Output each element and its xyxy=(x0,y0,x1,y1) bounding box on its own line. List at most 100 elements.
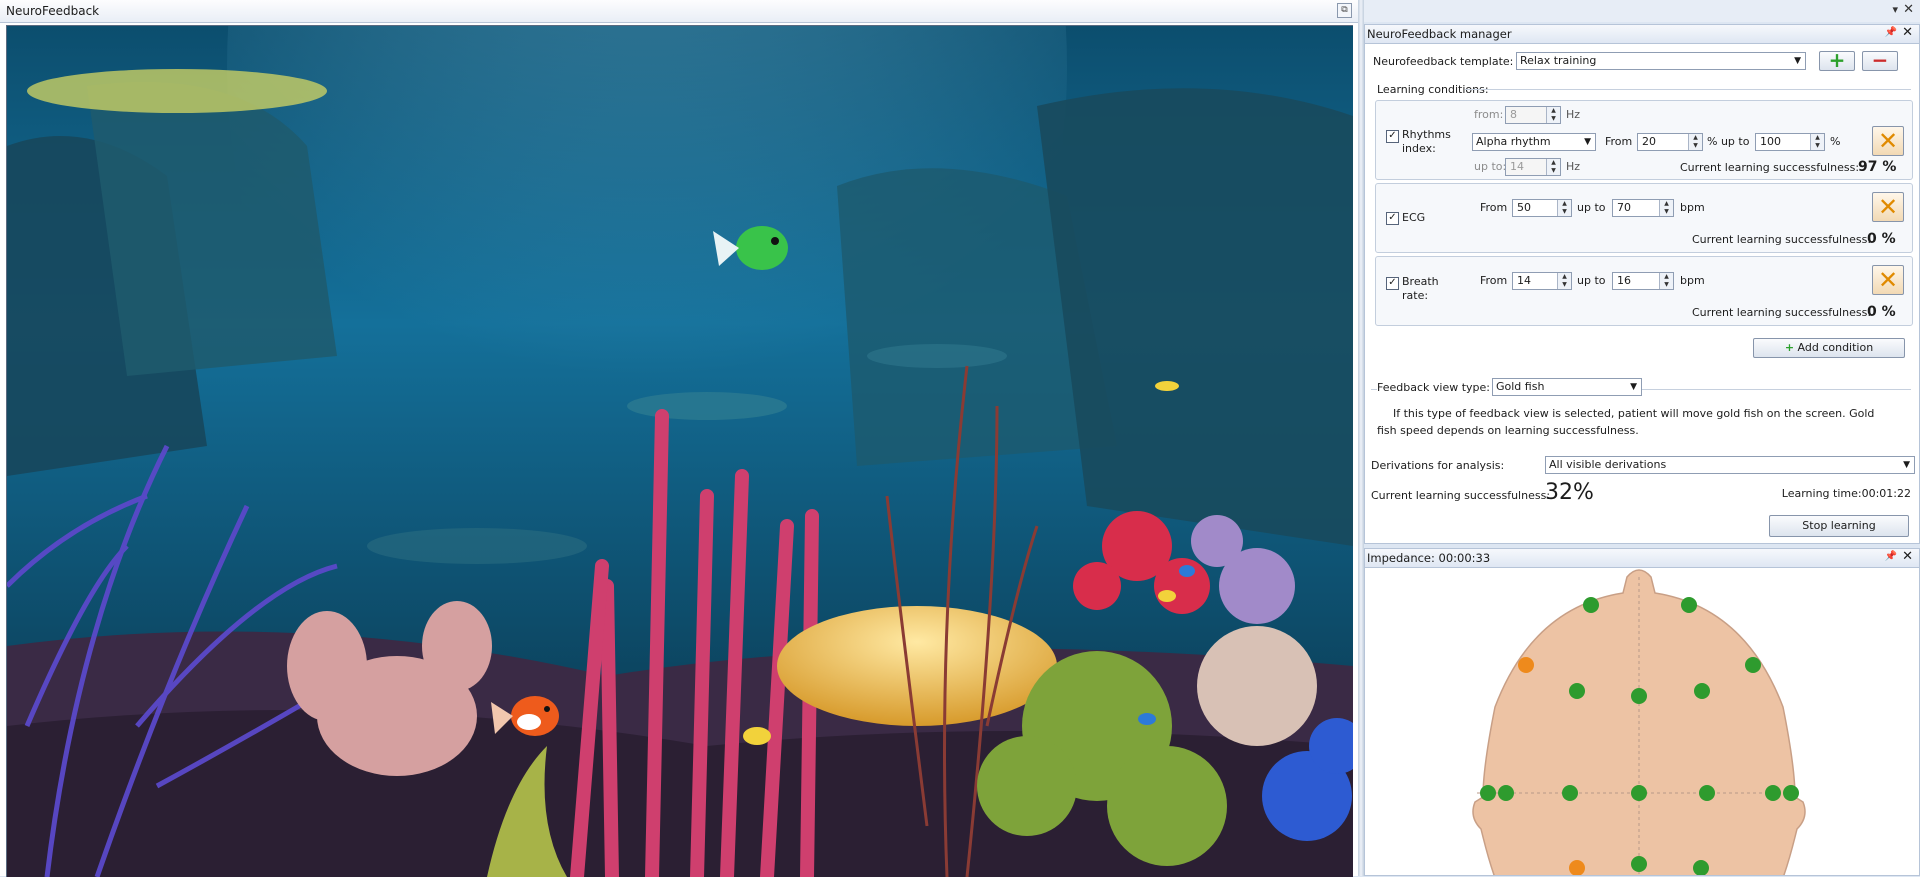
electrode-1[interactable] xyxy=(1681,597,1697,613)
electrode-6[interactable] xyxy=(1694,683,1710,699)
template-label: Neurofeedback template: xyxy=(1373,55,1514,68)
from-label: From xyxy=(1480,274,1508,287)
spin-arrows-icon[interactable]: ▲ ▼ xyxy=(1557,273,1571,289)
upto-label: up to xyxy=(1577,201,1606,214)
from-label: From xyxy=(1605,135,1633,148)
breath-condition: ✓ Breath rate: From 14 ▲ ▼ up to 16 ▲ ▼ bp… xyxy=(1375,256,1913,326)
feedback-view-label: Feedback view type: xyxy=(1377,381,1494,394)
from-hz-value: 8 xyxy=(1510,108,1517,121)
from-label: From xyxy=(1480,201,1508,214)
window-title: NeuroFeedback xyxy=(6,4,100,18)
spin-arrows-icon[interactable]: ▲ ▼ xyxy=(1688,134,1702,150)
remove-icon: ✕ xyxy=(1877,266,1899,294)
plus-icon: + xyxy=(1784,341,1795,354)
rhythm-from-input[interactable]: 20 ▲ ▼ xyxy=(1637,133,1703,151)
electrode-14[interactable] xyxy=(1569,860,1585,876)
spin-arrows-icon[interactable]: ▲ ▼ xyxy=(1546,107,1560,123)
remove-template-button[interactable]: − xyxy=(1862,48,1898,72)
rhythm-checkbox[interactable]: ✓ xyxy=(1386,130,1399,143)
electrode-5[interactable] xyxy=(1631,688,1647,704)
remove-rhythm-condition-button[interactable]: ✕ xyxy=(1872,126,1904,156)
rhythm-upto-input[interactable]: 100 ▲ ▼ xyxy=(1755,133,1825,151)
breath-from-input[interactable]: 14 ▲ ▼ xyxy=(1512,272,1572,290)
dropdown-icon[interactable]: ▾ xyxy=(1892,3,1898,16)
electrode-3[interactable] xyxy=(1745,657,1761,673)
rhythm-success-value: 97 % xyxy=(1858,159,1897,175)
bpm-unit: bpm xyxy=(1680,201,1705,214)
current-success-value: 32% xyxy=(1545,480,1594,505)
breath-label: Breath rate: xyxy=(1402,275,1439,302)
spin-arrows-icon[interactable]: ▲ ▼ xyxy=(1810,134,1824,150)
impedance-title: Impedance: 00:00:33 xyxy=(1367,551,1491,565)
pin-icon[interactable]: 📌 xyxy=(1885,27,1897,38)
restore-icon[interactable]: ⧉ xyxy=(1337,3,1352,18)
dock-toolbar: ▾ ✕ xyxy=(1364,0,1920,22)
panel-title: NeuroFeedback manager xyxy=(1367,27,1512,41)
add-template-button[interactable]: + xyxy=(1819,50,1855,71)
pin-icon[interactable]: 📌 xyxy=(1885,551,1897,562)
rhythm-upto-value: 100 xyxy=(1760,135,1781,148)
minus-icon: − xyxy=(1871,48,1889,72)
upto-hz-input[interactable]: 14 ▲ ▼ xyxy=(1505,158,1561,176)
upto-label: % up to xyxy=(1707,135,1750,148)
chevron-down-icon: ▼ xyxy=(1794,56,1801,66)
breath-upto-value: 16 xyxy=(1617,274,1631,287)
breath-success-value: 0 % xyxy=(1867,304,1896,320)
template-value: Relax training xyxy=(1520,54,1597,67)
electrode-10[interactable] xyxy=(1631,785,1647,801)
ecg-from-input[interactable]: 50 ▲ ▼ xyxy=(1512,199,1572,217)
spin-arrows-icon[interactable]: ▲ ▼ xyxy=(1557,200,1571,216)
close-icon[interactable]: ✕ xyxy=(1903,2,1914,17)
spin-arrows-icon[interactable]: ▲ ▼ xyxy=(1546,159,1560,175)
bpm-unit: bpm xyxy=(1680,274,1705,287)
electrode-13[interactable] xyxy=(1783,785,1799,801)
chevron-down-icon: ▼ xyxy=(1630,382,1637,392)
stop-learning-button[interactable]: Stop learning xyxy=(1769,515,1909,537)
rhythm-value: Alpha rhythm xyxy=(1476,135,1551,148)
panel-header: Impedance: 00:00:33 📌 ✕ xyxy=(1365,549,1919,568)
electrode-7[interactable] xyxy=(1480,785,1496,801)
panel-header: NeuroFeedback manager 📌 ✕ xyxy=(1365,25,1919,44)
rhythm-from-value: 20 xyxy=(1642,135,1656,148)
close-icon[interactable]: ✕ xyxy=(1902,549,1913,564)
ecg-checkbox[interactable]: ✓ xyxy=(1386,212,1399,225)
remove-icon: ✕ xyxy=(1877,127,1899,155)
spin-arrows-icon[interactable]: ▲ ▼ xyxy=(1659,273,1673,289)
breath-upto-input[interactable]: 16 ▲ ▼ xyxy=(1612,272,1674,290)
derivations-select[interactable]: All visible derivations ▼ xyxy=(1545,456,1915,474)
rhythm-select[interactable]: Alpha rhythm ▼ xyxy=(1472,133,1596,151)
ecg-success-value: 0 % xyxy=(1867,231,1896,247)
rhythm-label: Rhythms index: xyxy=(1402,128,1451,155)
electrode-12[interactable] xyxy=(1765,785,1781,801)
from-hz-input[interactable]: 8 ▲ ▼ xyxy=(1505,106,1561,124)
electrode-11[interactable] xyxy=(1699,785,1715,801)
electrode-0[interactable] xyxy=(1583,597,1599,613)
remove-breath-condition-button[interactable]: ✕ xyxy=(1872,265,1904,295)
feedback-view-value: Gold fish xyxy=(1496,380,1545,393)
percent-unit: % xyxy=(1830,135,1841,148)
breath-checkbox[interactable]: ✓ xyxy=(1386,277,1399,290)
derivations-label: Derivations for analysis: xyxy=(1371,459,1505,472)
electrode-2[interactable] xyxy=(1518,657,1534,673)
aquarium-illustration xyxy=(7,26,1353,877)
ecg-upto-value: 70 xyxy=(1617,201,1631,214)
chevron-down-icon: ▼ xyxy=(1584,137,1591,147)
aquarium-scene xyxy=(6,25,1353,877)
feedback-view-select[interactable]: Gold fish ▼ xyxy=(1492,378,1642,396)
electrode-16[interactable] xyxy=(1693,860,1709,876)
upto-hz-value: 14 xyxy=(1510,160,1524,173)
spin-arrows-icon[interactable]: ▲ ▼ xyxy=(1659,200,1673,216)
from-hz-label: from: xyxy=(1474,108,1504,121)
electrode-15[interactable] xyxy=(1631,856,1647,872)
electrode-4[interactable] xyxy=(1569,683,1585,699)
electrode-8[interactable] xyxy=(1498,785,1514,801)
template-select[interactable]: Relax training ▼ xyxy=(1516,52,1806,70)
chevron-down-icon: ▼ xyxy=(1903,460,1910,470)
remove-ecg-condition-button[interactable]: ✕ xyxy=(1872,192,1904,222)
ecg-upto-input[interactable]: 70 ▲ ▼ xyxy=(1612,199,1674,217)
upto-label: up to xyxy=(1577,274,1606,287)
close-icon[interactable]: ✕ xyxy=(1902,25,1913,40)
electrode-9[interactable] xyxy=(1562,785,1578,801)
add-condition-button[interactable]: + Add condition xyxy=(1753,338,1905,358)
learning-time: Learning time:00:01:22 xyxy=(1781,487,1911,500)
